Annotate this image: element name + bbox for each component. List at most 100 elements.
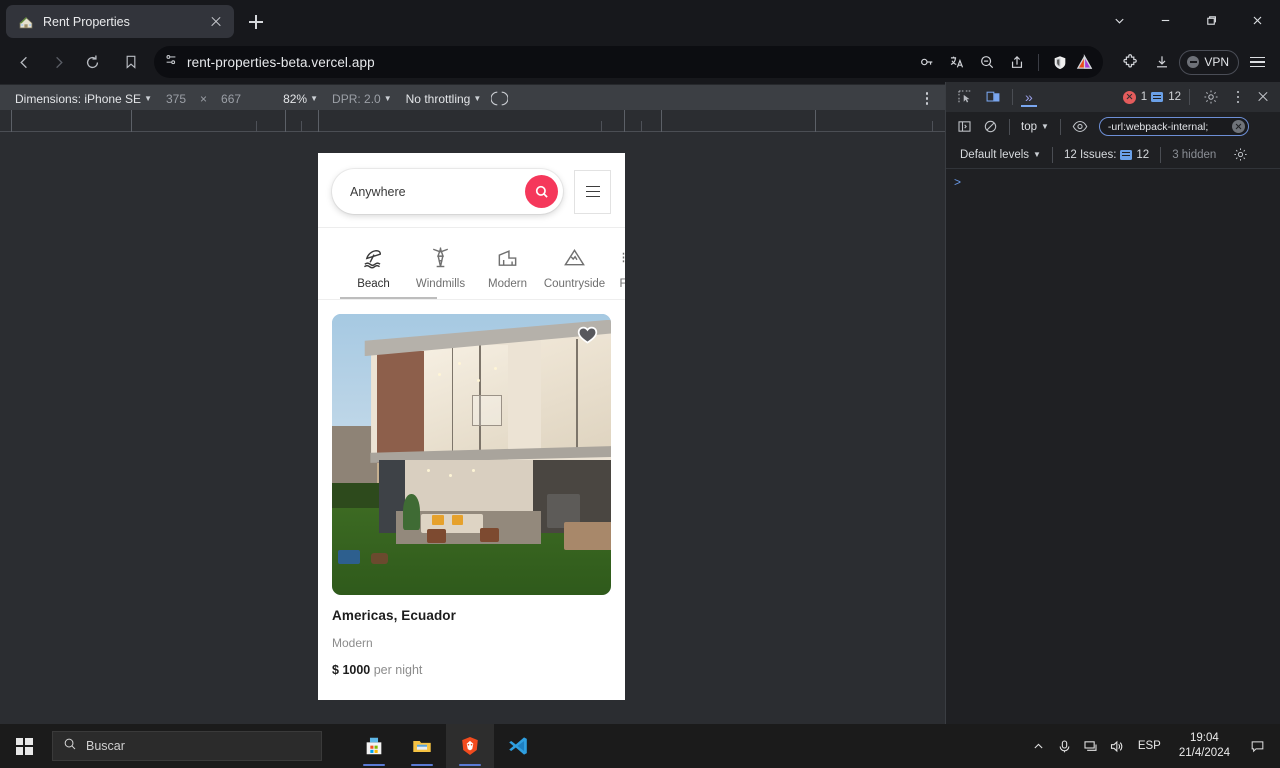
device-height-input[interactable]: 667 xyxy=(214,92,248,106)
brave-shields-icon[interactable] xyxy=(1046,48,1074,76)
inspect-element-icon[interactable] xyxy=(952,84,978,110)
address-bar-url: rent-properties-beta.vercel.app xyxy=(187,54,375,70)
listing-title: Americas, Ecuador xyxy=(332,608,457,623)
rotate-device-icon[interactable] xyxy=(488,88,510,110)
category-countryside[interactable]: Countryside xyxy=(541,244,608,290)
downloads-icon[interactable] xyxy=(1148,48,1176,76)
tab-title: Rent Properties xyxy=(43,14,130,29)
more-options-icon[interactable] xyxy=(1228,90,1248,104)
minimize-icon[interactable] xyxy=(1142,0,1188,40)
category-beach[interactable]: Beach xyxy=(340,244,407,290)
category-modern[interactable]: Modern xyxy=(474,244,541,290)
console-prompt[interactable]: > xyxy=(954,175,1272,189)
beach-umbrella-icon xyxy=(361,244,387,270)
browser-right-actions: VPN xyxy=(1117,47,1272,77)
chevron-down-icon: ▼ xyxy=(473,93,482,103)
taskbar-app-microsoft-store[interactable] xyxy=(350,724,398,768)
listing-price-currency: $ xyxy=(332,663,339,677)
listing-price: $ 1000 per night xyxy=(332,663,611,677)
system-tray: ESP 19:04 21/4/2024 xyxy=(1026,724,1280,768)
console-filter-input[interactable]: -url:webpack-internal; xyxy=(1098,117,1249,136)
network-icon[interactable] xyxy=(1078,724,1104,768)
console-settings-icon[interactable] xyxy=(1229,144,1251,166)
close-icon[interactable] xyxy=(1234,0,1280,40)
windows-start-icon[interactable] xyxy=(0,724,48,768)
language-indicator[interactable]: ESP xyxy=(1130,740,1169,752)
console-levels-select[interactable]: Default levels ▼ xyxy=(953,149,1048,161)
mobile-viewport: Anywhere Beach Windmills Modern Countrys… xyxy=(318,153,625,700)
error-count-badge[interactable]: 1 xyxy=(1122,90,1147,104)
more-options-icon[interactable] xyxy=(917,92,937,105)
desktop-screen: Rent Properties rent-properties-beta.ver… xyxy=(0,0,1280,768)
password-key-icon[interactable] xyxy=(913,48,941,76)
share-icon[interactable] xyxy=(1003,48,1031,76)
live-expression-icon[interactable] xyxy=(1069,116,1091,138)
site-settings-icon[interactable] xyxy=(164,53,178,72)
extensions-puzzle-icon[interactable] xyxy=(1117,48,1145,76)
taskbar-app-brave-browser[interactable] xyxy=(446,724,494,768)
restore-icon[interactable] xyxy=(1188,0,1234,40)
hamburger-menu-icon[interactable] xyxy=(1242,47,1272,77)
device-toolbar-icon[interactable] xyxy=(980,84,1006,110)
address-bar[interactable]: rent-properties-beta.vercel.app xyxy=(154,46,1104,78)
browser-tab[interactable]: Rent Properties xyxy=(6,5,234,38)
heart-icon[interactable] xyxy=(576,323,599,346)
network-throttling-select[interactable]: No throttling ▼ xyxy=(399,92,489,106)
category-label: Beach xyxy=(357,278,390,290)
vpn-button[interactable]: VPN xyxy=(1179,49,1239,75)
clear-filter-icon[interactable] xyxy=(1231,120,1245,133)
chevron-down-icon: ▼ xyxy=(144,93,152,103)
console-messages: > xyxy=(946,169,1280,195)
back-arrow-icon[interactable] xyxy=(8,46,40,78)
show-hidden-icons-chevron[interactable] xyxy=(1026,724,1052,768)
message-icon xyxy=(1151,92,1164,102)
listing-image xyxy=(332,314,611,595)
house-favicon xyxy=(18,14,34,30)
bookmark-icon[interactable] xyxy=(116,46,146,78)
category-label: Countryside xyxy=(543,278,606,290)
close-devtools-icon[interactable] xyxy=(1252,86,1274,108)
microphone-icon[interactable] xyxy=(1052,724,1078,768)
settings-gear-icon[interactable] xyxy=(1198,84,1224,110)
device-dpr-select[interactable]: DPR: 2.0 ▼ xyxy=(325,92,399,106)
listing-card[interactable]: Americas, Ecuador Modern $ 1000 per nigh… xyxy=(318,300,625,677)
taskbar-search-input[interactable]: Buscar xyxy=(52,731,322,761)
viewport-ruler xyxy=(0,110,945,132)
reload-icon[interactable] xyxy=(76,46,108,78)
device-zoom-select[interactable]: 82% ▼ xyxy=(276,92,325,106)
brave-rewards-icon[interactable] xyxy=(1076,53,1093,71)
listing-category: Modern xyxy=(332,636,373,650)
chevron-down-icon: ▼ xyxy=(310,93,319,103)
translate-icon[interactable] xyxy=(943,48,971,76)
volume-icon[interactable] xyxy=(1104,724,1130,768)
menu-icon[interactable] xyxy=(574,169,611,214)
close-icon[interactable] xyxy=(206,12,226,32)
notifications-icon[interactable] xyxy=(1240,724,1274,768)
taskbar-app-visual-studio-code[interactable] xyxy=(494,724,542,768)
forward-arrow-icon[interactable] xyxy=(42,46,74,78)
category-bar: Beach Windmills Modern Countryside xyxy=(318,228,625,300)
taskbar-app-file-explorer[interactable] xyxy=(398,724,446,768)
chevron-down-icon: ▼ xyxy=(1041,121,1049,131)
chevron-down-icon[interactable] xyxy=(1096,0,1142,40)
taskbar-app-indicator xyxy=(363,763,385,766)
message-count-badge[interactable]: 12 xyxy=(1151,91,1181,103)
chevron-down-icon: ▼ xyxy=(383,93,392,103)
search-icon[interactable] xyxy=(525,175,558,208)
console-sidebar-icon[interactable] xyxy=(953,116,975,138)
search-input[interactable]: Anywhere xyxy=(332,169,563,214)
clear-console-icon[interactable] xyxy=(979,116,1001,138)
category-partial[interactable]: F xyxy=(608,244,625,290)
modern-building-icon xyxy=(495,244,521,270)
taskbar-clock[interactable]: 19:04 21/4/2024 xyxy=(1169,731,1240,761)
plus-icon[interactable] xyxy=(242,8,270,36)
console-hidden-count[interactable]: 3 hidden xyxy=(1165,149,1223,161)
console-context-select[interactable]: top ▼ xyxy=(1018,121,1052,133)
device-dimensions-select[interactable]: Dimensions: iPhone SE ▼ xyxy=(8,92,159,106)
device-emulation-toolbar: Dimensions: iPhone SE ▼ 375 × 667 82% ▼ … xyxy=(0,84,945,112)
category-windmills[interactable]: Windmills xyxy=(407,244,474,290)
device-width-input[interactable]: 375 xyxy=(159,92,193,106)
zoom-out-icon[interactable] xyxy=(973,48,1001,76)
more-tabs-chevrons[interactable]: » xyxy=(1019,89,1039,107)
console-issues-link[interactable]: 12 Issues: 12 xyxy=(1057,149,1156,161)
